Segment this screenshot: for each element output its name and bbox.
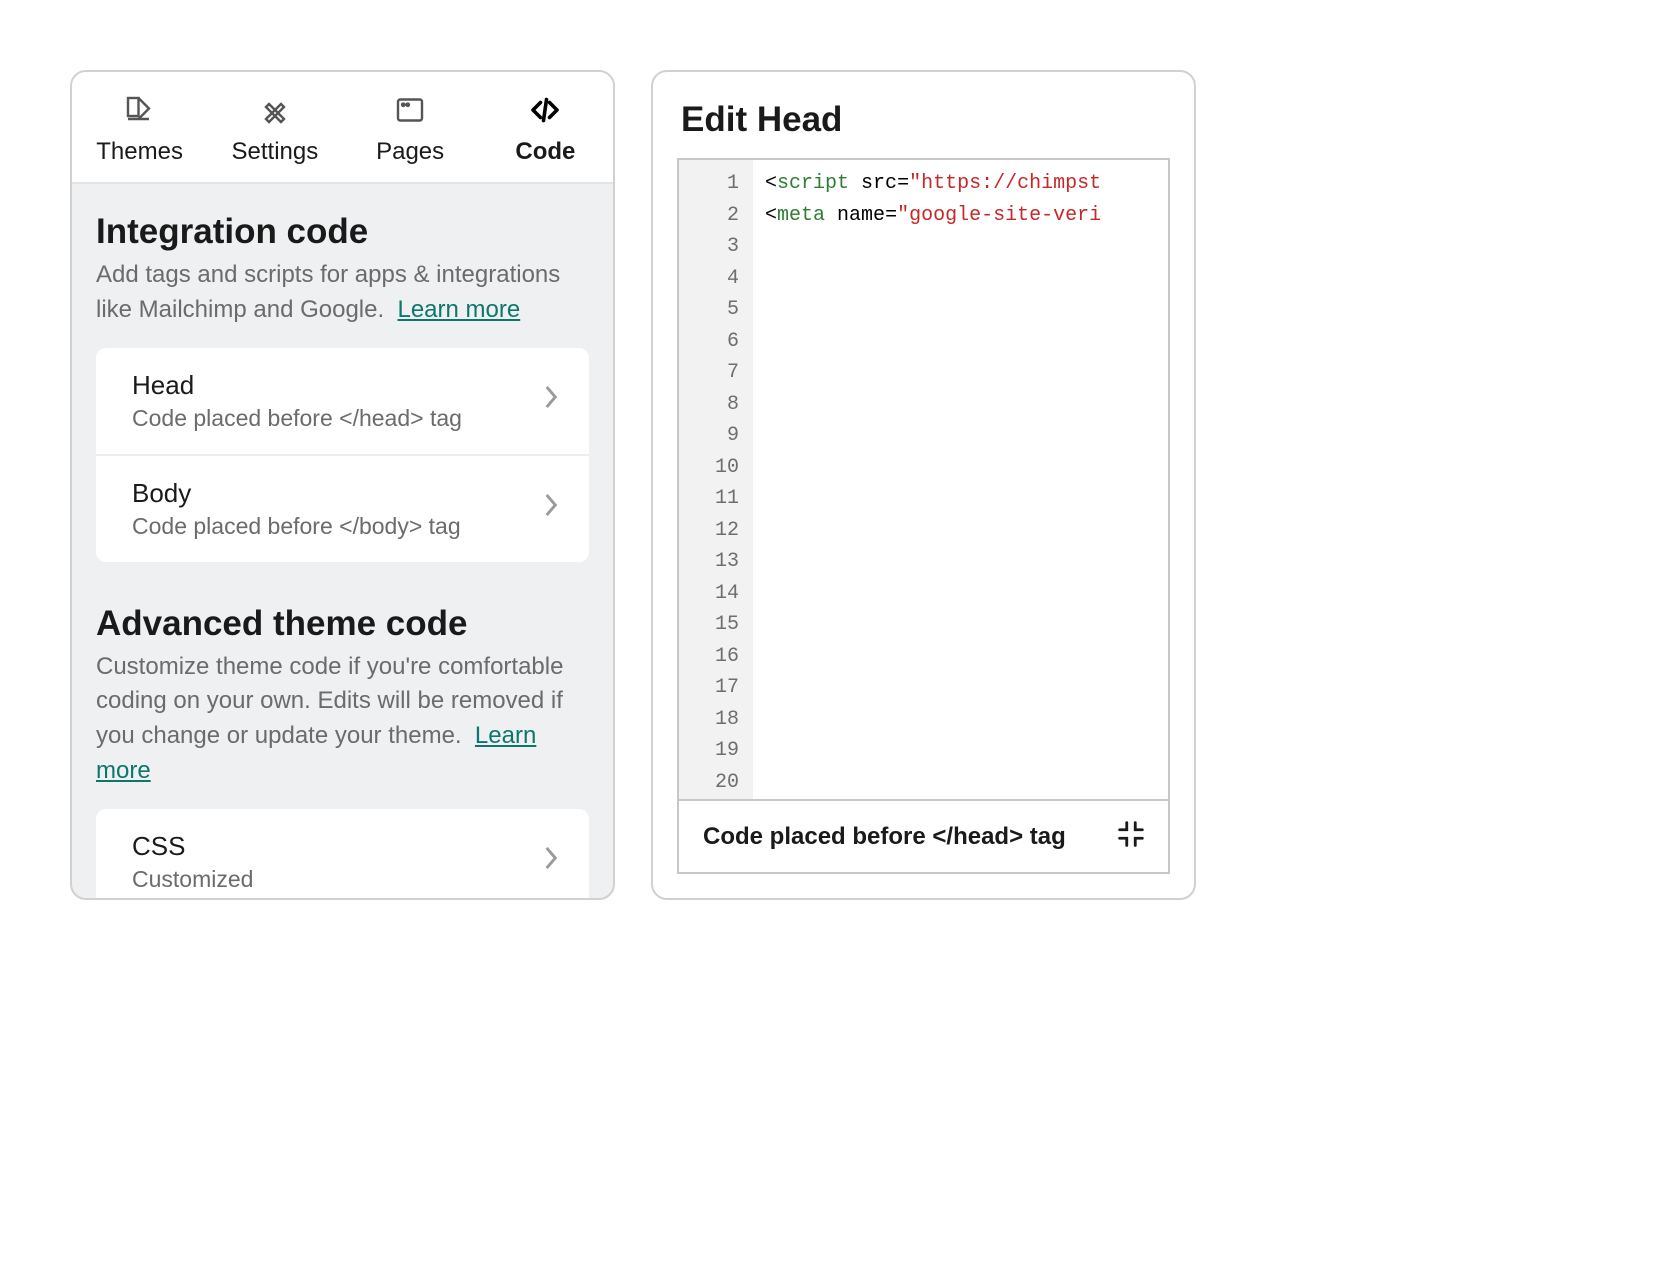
code-area[interactable]: 1234567891011121314151617181920 <script … — [679, 160, 1168, 799]
integration-desc: Add tags and scripts for apps & integrat… — [96, 258, 589, 328]
code-icon — [527, 92, 563, 128]
left-content: Integration code Add tags and scripts fo… — [72, 184, 613, 898]
item-head-title: Head — [132, 370, 462, 401]
advanced-title: Advanced theme code — [96, 604, 589, 644]
integration-learn-more-link[interactable]: Learn more — [397, 296, 520, 323]
integration-list: Head Code placed before </head> tag Body… — [96, 348, 589, 562]
tab-code-label: Code — [515, 138, 575, 166]
tab-pages-label: Pages — [376, 138, 444, 166]
item-body-title: Body — [132, 478, 461, 509]
tab-themes[interactable]: Themes — [72, 72, 207, 182]
editor-footer: Code placed before </head> tag — [679, 799, 1168, 872]
editor-header: Edit Head — [653, 72, 1194, 158]
tab-pages[interactable]: Pages — [343, 72, 478, 182]
integration-title: Integration code — [96, 212, 589, 252]
item-body-sub: Code placed before </body> tag — [132, 513, 461, 540]
item-css-title: CSS — [132, 831, 253, 862]
code-editor: 1234567891011121314151617181920 <script … — [677, 158, 1170, 874]
advanced-desc: Customize theme code if you're comfortab… — [96, 650, 589, 789]
item-body[interactable]: Body Code placed before </body> tag — [96, 454, 589, 562]
themes-icon — [122, 92, 158, 128]
left-panel: Themes Settings Pages — [70, 70, 615, 900]
item-head-sub: Code placed before </head> tag — [132, 405, 462, 432]
right-panel: Edit Head 123456789101112131415161718192… — [651, 70, 1196, 900]
tab-settings[interactable]: Settings — [207, 72, 342, 182]
chevron-right-icon — [543, 492, 559, 525]
tab-code[interactable]: Code — [478, 72, 613, 182]
editor-title: Edit Head — [681, 100, 1166, 140]
tools-icon — [257, 92, 293, 128]
line-number-gutter: 1234567891011121314151617181920 — [679, 160, 753, 799]
tab-themes-label: Themes — [96, 138, 183, 166]
chevron-right-icon — [543, 384, 559, 417]
item-css-sub: Customized — [132, 866, 253, 893]
code-lines[interactable]: <script src="https://chimpst<meta name="… — [753, 160, 1168, 799]
chevron-right-icon — [543, 845, 559, 878]
pages-icon — [392, 92, 428, 128]
advanced-list: CSS Customized — [96, 809, 589, 898]
item-head[interactable]: Head Code placed before </head> tag — [96, 348, 589, 454]
collapse-icon[interactable] — [1114, 817, 1148, 856]
item-css[interactable]: CSS Customized — [96, 809, 589, 898]
tab-bar: Themes Settings Pages — [72, 72, 613, 184]
editor-footer-text: Code placed before </head> tag — [703, 823, 1066, 851]
tab-settings-label: Settings — [232, 138, 319, 166]
